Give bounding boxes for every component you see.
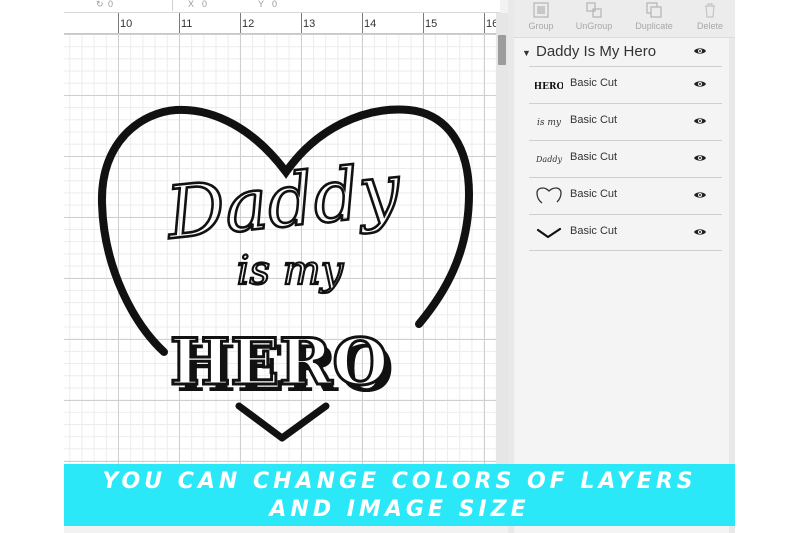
ruler-number: 10	[120, 18, 133, 30]
daddy-is-my-hero-artwork[interactable]: Daddy is my HERO HERO	[64, 34, 496, 464]
hero-text-thumbnail: HERO	[535, 82, 563, 92]
layers-panel: Group UnGroup Duplicate Delete ▼ Daddy I…	[514, 0, 735, 533]
x-label: X	[188, 0, 195, 9]
layer-name: Basic Cut	[570, 77, 618, 89]
delete-button-label: Delete	[696, 21, 723, 31]
delete-button[interactable]: Delete	[688, 0, 732, 37]
ruler-tick	[240, 13, 241, 33]
is-my-thumb-text: is my	[537, 118, 562, 128]
layer-divider	[529, 250, 722, 251]
promo-banner: YOU CAN CHANGE COLORS OF LAYERS AND IMAG…	[64, 464, 735, 526]
chevron-stroke[interactable]	[235, 402, 330, 442]
layers-action-bar: Group UnGroup Duplicate Delete	[514, 0, 735, 38]
ruler-tick	[484, 13, 485, 33]
position-toolbar: ↻ 0 X 0 Y 0	[64, 0, 500, 13]
layer-name: Basic Cut	[570, 114, 618, 126]
y-label: Y	[258, 0, 265, 9]
ruler-tick	[362, 13, 363, 33]
ruler-tick	[179, 13, 180, 33]
layer-row[interactable]: Basic Cut	[529, 214, 722, 251]
horizontal-ruler: 10 11 12 13 14 15 16	[64, 13, 500, 34]
visibility-eye-icon[interactable]	[693, 79, 707, 89]
duplicate-button[interactable]: Duplicate	[624, 0, 684, 37]
daddy-text-thumbnail: Daddy	[535, 155, 562, 164]
ruler-number: 12	[242, 18, 255, 30]
group-button-label: Group	[528, 21, 554, 31]
group-button[interactable]: Group	[518, 0, 564, 37]
layer-group-row[interactable]: ▼ Daddy Is My Hero	[514, 38, 722, 66]
canvas-vertical-scrollbar[interactable]	[496, 13, 508, 464]
layer-row[interactable]: HERO Basic Cut	[529, 66, 722, 103]
ungroup-icon	[586, 2, 602, 18]
ruler-number: 14	[364, 18, 377, 30]
rotate-icon: ↻	[96, 0, 104, 9]
layer-row[interactable]: is my Basic Cut	[529, 103, 722, 140]
visibility-eye-icon[interactable]	[693, 116, 707, 126]
collapse-caret-icon[interactable]: ▼	[522, 48, 531, 58]
ruler-tick	[423, 13, 424, 33]
visibility-eye-icon[interactable]	[693, 227, 707, 237]
layer-row[interactable]: Daddy Basic Cut	[529, 140, 722, 177]
group-icon	[533, 2, 549, 18]
layer-row[interactable]: Basic Cut	[529, 177, 722, 214]
hero-block-text[interactable]: HERO	[168, 324, 389, 402]
toolbar-divider	[172, 0, 173, 11]
banner-line-2: AND IMAGE SIZE	[269, 497, 530, 522]
rotate-field[interactable]: 0	[108, 0, 113, 11]
ungroup-button-label: UnGroup	[575, 21, 613, 31]
visibility-eye-icon[interactable]	[693, 46, 707, 56]
layer-name: Basic Cut	[570, 151, 618, 163]
layer-group-title: Daddy Is My Hero	[536, 43, 657, 60]
layer-name: Basic Cut	[570, 188, 618, 200]
design-canvas[interactable]: Daddy is my HERO HERO	[64, 34, 496, 464]
ruler-number: 11	[181, 18, 193, 30]
duplicate-icon	[646, 2, 662, 18]
chevron-stroke-thumbnail	[536, 227, 562, 239]
is-my-text-thumbnail: is my	[537, 118, 562, 128]
design-space-app: ↻ 0 X 0 Y 0 10 11 12 13 14 15 16 Daddy i…	[64, 0, 735, 533]
layers-scroll-track[interactable]	[729, 38, 735, 533]
trash-icon	[705, 3, 715, 18]
scrollbar-thumb[interactable]	[498, 35, 506, 65]
x-position-field[interactable]: 0	[202, 0, 207, 11]
ruler-number: 13	[303, 18, 316, 30]
ungroup-button[interactable]: UnGroup	[568, 0, 620, 37]
ruler-tick	[118, 13, 119, 33]
is-my-script-text[interactable]: is my	[236, 247, 346, 295]
duplicate-button-label: Duplicate	[635, 21, 673, 31]
banner-line-1: YOU CAN CHANGE COLORS OF LAYERS	[102, 469, 697, 494]
ruler-tick	[301, 13, 302, 33]
y-position-field[interactable]: 0	[272, 0, 277, 11]
heart-outline-thumbnail	[536, 187, 562, 204]
daddy-thumb-text: Daddy	[535, 155, 562, 164]
visibility-eye-icon[interactable]	[693, 153, 707, 163]
daddy-script-text[interactable]: Daddy	[160, 146, 407, 257]
visibility-eye-icon[interactable]	[693, 190, 707, 200]
hero-thumb-text: HERO	[535, 82, 563, 92]
layer-name: Basic Cut	[570, 225, 618, 237]
ruler-number: 15	[425, 18, 438, 30]
